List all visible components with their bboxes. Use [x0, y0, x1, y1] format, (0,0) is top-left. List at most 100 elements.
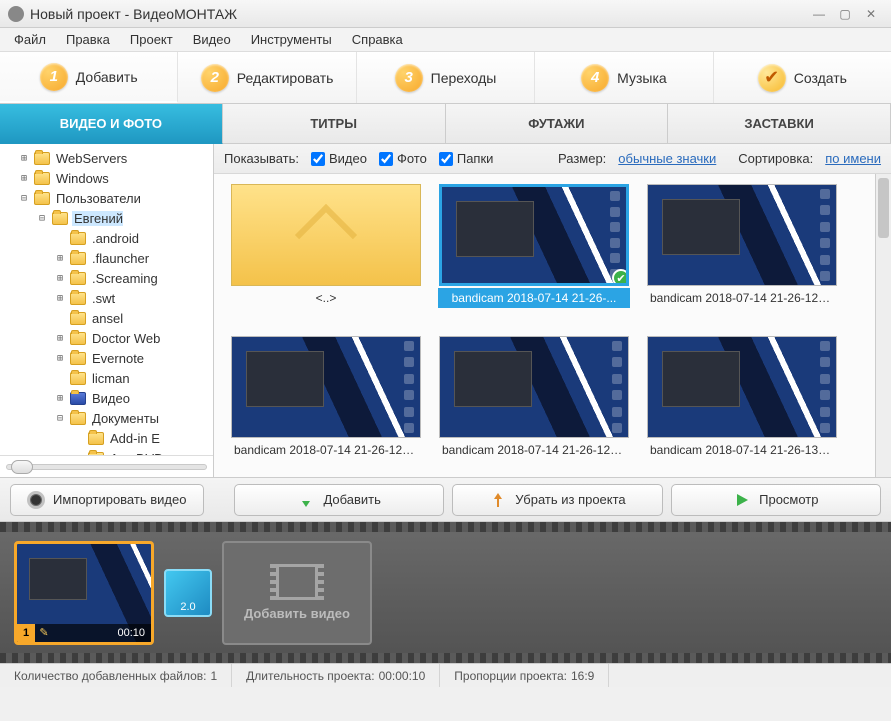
- subtab-footage[interactable]: ФУТАЖИ: [446, 104, 669, 144]
- film-icon: [276, 564, 318, 600]
- thumb-caption: bandicam 2018-07-14 21-26-12-96...: [438, 440, 630, 460]
- status-duration: Длительность проекта:00:00:10: [232, 664, 440, 687]
- clip-duration: 00:10: [53, 627, 151, 639]
- folder-icon: [70, 232, 86, 245]
- minimize-button[interactable]: —: [807, 5, 831, 23]
- step-number-icon: 3: [395, 64, 423, 92]
- tree-zoom-slider[interactable]: [0, 455, 213, 477]
- thumbnail-size-link[interactable]: обычные значки: [618, 151, 716, 166]
- action-buttons-row: Импортировать видео Добавить Убрать из п…: [0, 478, 891, 522]
- folder-icon: [88, 432, 104, 445]
- step-music[interactable]: 4 Музыка: [535, 52, 713, 103]
- add-button[interactable]: Добавить: [234, 484, 444, 516]
- menu-edit[interactable]: Правка: [56, 30, 120, 49]
- status-aspect: Пропорции проекта:16:9: [440, 664, 609, 687]
- tree-item[interactable]: Пользователи: [54, 191, 141, 206]
- menu-tools[interactable]: Инструменты: [241, 30, 342, 49]
- step-transitions[interactable]: 3 Переходы: [357, 52, 535, 103]
- folder-icon: [34, 192, 50, 205]
- edit-clip-icon[interactable]: ✎: [35, 626, 53, 639]
- remove-button[interactable]: Убрать из проекта: [452, 484, 662, 516]
- timeline[interactable]: 1 ✎ 00:10 2.0 Добавить видео: [0, 522, 891, 663]
- thumb-video[interactable]: bandicam 2018-07-14 21-26-12-96...: [438, 336, 630, 460]
- button-label: Убрать из проекта: [515, 492, 625, 507]
- tree-item[interactable]: Windows: [54, 171, 109, 186]
- tree-item[interactable]: Add-in E: [108, 431, 160, 446]
- app-icon: [8, 6, 24, 22]
- video-thumbnail: [647, 184, 837, 286]
- menu-file[interactable]: Файл: [4, 30, 56, 49]
- folder-icon: [70, 312, 86, 325]
- step-label: Переходы: [431, 70, 497, 86]
- timeline-clip[interactable]: 1 ✎ 00:10: [14, 541, 154, 645]
- folder-icon: [88, 452, 104, 456]
- arrow-up-icon: [489, 491, 507, 509]
- thumb-video[interactable]: bandicam 2018-07-14 21-26-13-18...: [646, 336, 838, 460]
- subtab-video-photo[interactable]: ВИДЕО И ФОТО: [0, 104, 223, 144]
- tree-item[interactable]: .flauncher: [90, 251, 149, 266]
- tree-item[interactable]: Evernote: [90, 351, 144, 366]
- step-label: Музыка: [617, 70, 667, 86]
- step-label: Создать: [794, 70, 847, 86]
- thumb-caption: bandicam 2018-07-14 21-26-12-85...: [230, 440, 422, 460]
- close-button[interactable]: ✕: [859, 5, 883, 23]
- filter-folders-checkbox[interactable]: Папки: [439, 151, 494, 166]
- step-label: Добавить: [76, 69, 138, 85]
- tree-item[interactable]: ansel: [90, 311, 123, 326]
- filter-photo-checkbox[interactable]: Фото: [379, 151, 427, 166]
- filter-video-checkbox[interactable]: Видео: [311, 151, 367, 166]
- preview-button[interactable]: Просмотр: [671, 484, 881, 516]
- check-icon: ✔: [758, 64, 786, 92]
- step-add[interactable]: 1 Добавить: [0, 52, 178, 103]
- step-number-icon: 4: [581, 64, 609, 92]
- tree-item[interactable]: Видео: [90, 391, 130, 406]
- button-label: Просмотр: [759, 492, 818, 507]
- thumb-caption: bandicam 2018-07-14 21-26-...: [438, 288, 630, 308]
- content-area: ⊞WebServers ⊞Windows ⊟Пользователи ⊟Евге…: [0, 144, 891, 478]
- folder-icon: [70, 372, 86, 385]
- tree-item[interactable]: Документы: [90, 411, 159, 426]
- thumb-video[interactable]: bandicam 2018-07-14 21-26-12-85...: [230, 336, 422, 460]
- clip-index: 1: [17, 624, 35, 642]
- folder-tree[interactable]: ⊞WebServers ⊞Windows ⊟Пользователи ⊟Евге…: [0, 144, 213, 455]
- folder-up-icon: [231, 184, 421, 286]
- vertical-scrollbar[interactable]: [875, 174, 891, 477]
- folder-icon: [70, 412, 86, 425]
- step-edit[interactable]: 2 Редактировать: [178, 52, 356, 103]
- tree-item[interactable]: WebServers: [54, 151, 127, 166]
- subtab-splash[interactable]: ЗАСТАВКИ: [668, 104, 891, 144]
- video-thumbnail: [439, 336, 629, 438]
- tree-item[interactable]: Doctor Web: [90, 331, 160, 346]
- transition-duration: 2.0: [180, 601, 195, 613]
- thumb-video-selected[interactable]: ✔ bandicam 2018-07-14 21-26-...: [438, 184, 630, 308]
- thumb-caption: <..>: [230, 288, 422, 308]
- menu-project[interactable]: Проект: [120, 30, 183, 49]
- step-number-icon: 1: [40, 63, 68, 91]
- menu-help[interactable]: Справка: [342, 30, 413, 49]
- tree-item[interactable]: licman: [90, 371, 130, 386]
- thumb-caption: bandicam 2018-07-14 21-26-13-18...: [646, 440, 838, 460]
- tree-item[interactable]: .android: [90, 231, 139, 246]
- subtab-titles[interactable]: ТИТРЫ: [223, 104, 446, 144]
- import-video-button[interactable]: Импортировать видео: [10, 484, 204, 516]
- show-label: Показывать:: [224, 151, 299, 166]
- tree-item[interactable]: .swt: [90, 291, 115, 306]
- folder-icon: [70, 332, 86, 345]
- tree-item[interactable]: .Screaming: [90, 271, 158, 286]
- step-create[interactable]: ✔ Создать: [714, 52, 891, 103]
- sort-by-link[interactable]: по имени: [825, 151, 881, 166]
- timeline-transition[interactable]: 2.0: [164, 569, 212, 617]
- button-label: Импортировать видео: [53, 492, 186, 507]
- status-files: Количество добавленных файлов:1: [0, 664, 232, 687]
- browser-filter-bar: Показывать: Видео Фото Папки Размер: обы…: [214, 144, 891, 174]
- step-label: Редактировать: [237, 70, 334, 86]
- menu-video[interactable]: Видео: [183, 30, 241, 49]
- tree-item-selected[interactable]: Евгений: [72, 211, 123, 226]
- add-video-placeholder[interactable]: Добавить видео: [222, 541, 372, 645]
- folder-icon: [52, 212, 68, 225]
- maximize-button[interactable]: ▢: [833, 5, 857, 23]
- thumb-video[interactable]: bandicam 2018-07-14 21-26-12-53...: [646, 184, 838, 308]
- thumb-parent-folder[interactable]: <..>: [230, 184, 422, 308]
- folder-icon: [70, 292, 86, 305]
- folder-icon: [70, 252, 86, 265]
